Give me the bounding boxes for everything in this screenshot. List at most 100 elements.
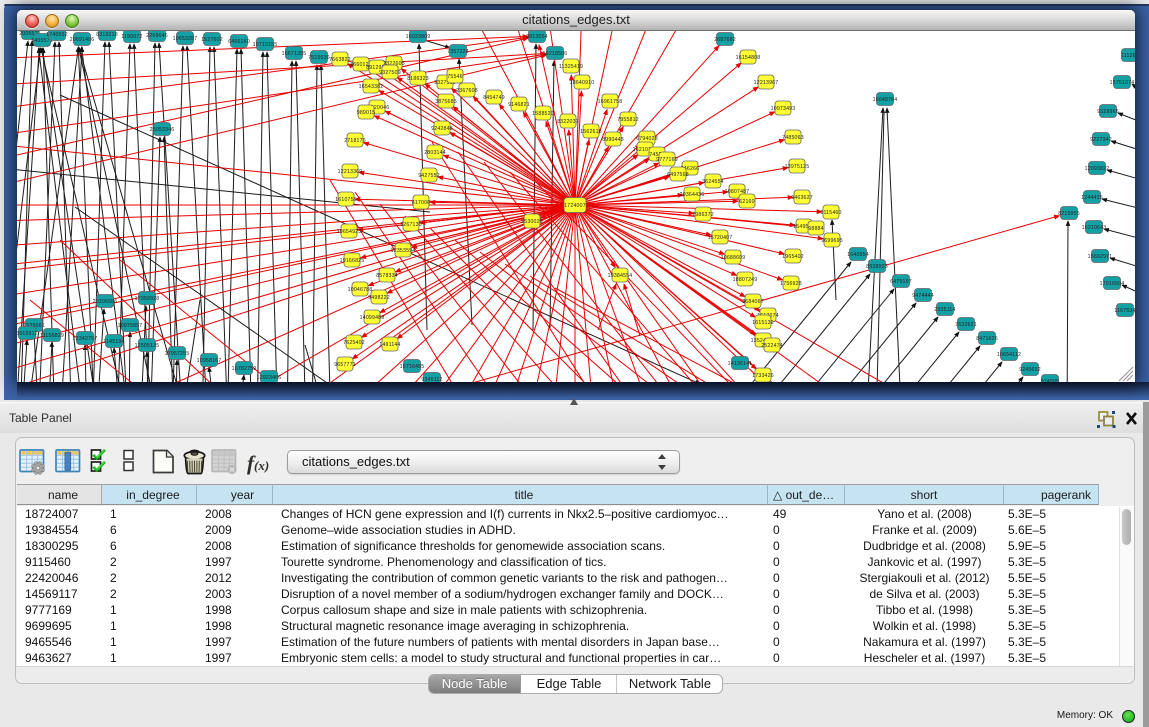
svg-text:9115460: 9115460	[820, 210, 841, 216]
svg-text:3624554: 3624554	[702, 179, 724, 185]
svg-text:10046788: 10046788	[348, 287, 373, 293]
svg-text:12923466: 12923466	[257, 375, 282, 381]
svg-text:13975125: 13975125	[785, 164, 810, 170]
svg-text:1733426: 1733426	[752, 373, 774, 379]
svg-text:16782759: 16782759	[232, 366, 257, 372]
svg-text:9427552: 9427552	[418, 173, 440, 179]
svg-text:1562615: 1562615	[580, 129, 602, 135]
svg-text:2935114: 2935114	[934, 307, 955, 313]
svg-text:12213369: 12213369	[338, 169, 363, 175]
svg-text:12505135: 12505135	[135, 343, 160, 349]
svg-text:12342757: 12342757	[73, 336, 98, 342]
svg-text:15692971: 15692971	[1088, 254, 1113, 260]
svg-text:7663822: 7663822	[329, 57, 351, 63]
svg-text:3267130: 3267130	[400, 222, 422, 228]
svg-text:7986372: 7986372	[692, 212, 714, 218]
svg-text:9242848: 9242848	[431, 126, 453, 132]
svg-text:10654112: 10654112	[997, 352, 1021, 358]
svg-text:14136141: 14136141	[728, 361, 753, 367]
svg-text:2269646: 2269646	[146, 33, 168, 39]
svg-text:98884: 98884	[808, 226, 823, 232]
svg-text:16033809: 16033809	[406, 34, 431, 40]
svg-text:8454749: 8454749	[483, 95, 505, 101]
svg-text:2522474: 2522474	[761, 343, 783, 349]
svg-text:9463627: 9463627	[791, 195, 813, 201]
svg-text:9498222: 9498222	[368, 295, 390, 301]
svg-text:12093822: 12093822	[1085, 166, 1110, 172]
svg-text:2718176: 2718176	[344, 138, 366, 144]
svg-text:15751074: 15751074	[1110, 80, 1135, 86]
svg-text:16961758: 16961758	[598, 99, 623, 105]
svg-text:2530029: 2530029	[521, 219, 543, 225]
svg-text:7955812: 7955812	[617, 117, 639, 123]
svg-text:1610755: 1610755	[335, 197, 357, 203]
svg-text:3684067: 3684067	[742, 299, 764, 305]
svg-text:18640910: 18640910	[570, 80, 595, 86]
svg-text:9227342: 9227342	[1090, 137, 1112, 143]
svg-text:16671355: 16671355	[282, 51, 307, 57]
svg-text:9327509: 9327509	[379, 70, 401, 76]
svg-text:18807249: 18807249	[733, 277, 758, 283]
svg-text:10688609: 10688609	[721, 255, 746, 261]
svg-text:8813054: 8813054	[526, 34, 548, 40]
svg-text:25053346: 25053346	[150, 127, 175, 133]
svg-text:19654923: 19654923	[337, 229, 362, 235]
svg-text:1965402: 1965402	[782, 254, 804, 260]
svg-text:2687682: 2687682	[714, 37, 736, 43]
svg-text:15720407: 15720407	[708, 235, 733, 241]
svg-text:19384554: 19384554	[608, 273, 633, 279]
svg-text:16154808: 16154808	[736, 55, 761, 61]
svg-text:17957255: 17957255	[165, 351, 190, 357]
svg-text:10975857: 10975857	[118, 323, 143, 329]
svg-text:8186323: 8186323	[407, 76, 429, 82]
svg-text:7515536: 7515536	[308, 55, 330, 61]
svg-text:11156829: 11156829	[40, 333, 64, 339]
svg-text:16543382: 16543382	[359, 84, 384, 90]
svg-text:9329966: 9329966	[1097, 109, 1119, 115]
svg-text:3915912: 3915912	[17, 331, 38, 337]
svg-text:1244415: 1244415	[1081, 195, 1103, 201]
svg-text:17359928: 17359928	[135, 296, 160, 302]
svg-text:20691406: 20691406	[70, 37, 95, 43]
svg-text:6497568: 6497568	[667, 172, 689, 178]
svg-text:7485063: 7485063	[782, 135, 804, 141]
svg-text:10719155: 10719155	[253, 42, 278, 48]
svg-text:14099489: 14099489	[360, 315, 385, 321]
svg-text:817006: 817006	[412, 200, 431, 206]
svg-text:9699695: 9699695	[821, 238, 843, 244]
svg-text:75546: 75546	[447, 74, 462, 80]
svg-text:11325419: 11325419	[559, 64, 583, 70]
svg-text:2367608: 2367608	[456, 88, 478, 94]
svg-text:19166825: 19166825	[340, 258, 365, 264]
svg-text:9474444: 9474444	[912, 293, 934, 299]
svg-text:1640954: 1640954	[847, 252, 869, 258]
svg-text:111264: 111264	[1121, 53, 1135, 59]
svg-text:8471626: 8471626	[976, 336, 998, 342]
svg-text:20206556: 20206556	[93, 299, 118, 305]
svg-text:8578334: 8578334	[376, 273, 398, 279]
svg-text:8215955: 8215955	[1058, 211, 1080, 217]
svg-text:9146821: 9146821	[508, 102, 530, 108]
svg-text:10958167: 10958167	[197, 358, 222, 364]
svg-text:10973493: 10973493	[771, 106, 796, 112]
svg-text:9346112: 9346112	[421, 377, 442, 382]
svg-text:1527602: 1527602	[201, 37, 223, 43]
svg-text:1740552: 1740552	[46, 32, 68, 38]
svg-text:9245652: 9245652	[1019, 367, 1041, 373]
svg-text:8938923: 8938923	[866, 264, 888, 270]
svg-text:7625402: 7625402	[343, 340, 365, 346]
svg-text:15716485: 15716485	[400, 364, 425, 370]
svg-text:1615132: 1615132	[752, 320, 774, 326]
svg-text:6479197: 6479197	[890, 279, 912, 285]
svg-text:16648784: 16648784	[873, 97, 898, 103]
svg-text:7632621: 7632621	[955, 322, 977, 328]
svg-text:989015: 989015	[357, 110, 376, 116]
svg-text:2803144: 2803144	[424, 150, 446, 156]
svg-text:12213967: 12213967	[754, 80, 779, 86]
svg-text:8319218: 8319218	[96, 32, 118, 38]
svg-text:1588520: 1588520	[532, 111, 554, 117]
svg-text:8990448: 8990448	[602, 137, 624, 143]
svg-text:1145194: 1145194	[103, 339, 124, 345]
svg-text:974505: 974505	[1041, 379, 1060, 382]
svg-text:6794028: 6794028	[636, 136, 658, 142]
